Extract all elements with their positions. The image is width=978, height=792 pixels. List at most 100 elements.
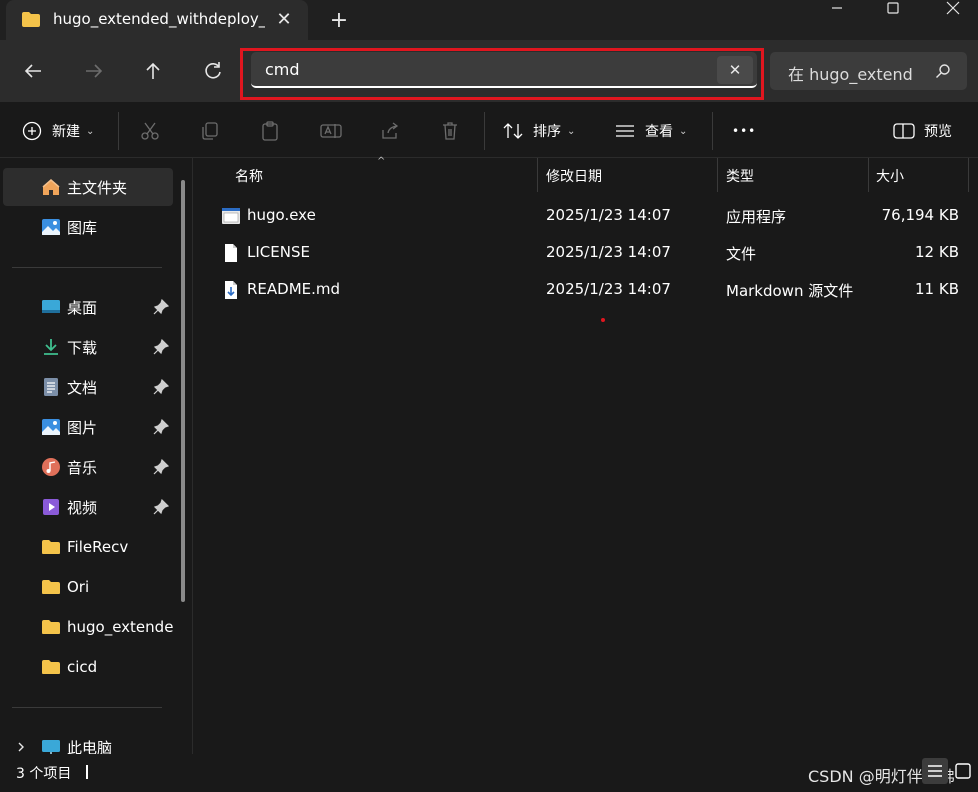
sidebar-item-pictures[interactable]: 图片 bbox=[3, 408, 173, 446]
delete-button[interactable] bbox=[440, 115, 460, 147]
column-divider[interactable] bbox=[717, 158, 718, 192]
more-options-button[interactable]: ••• bbox=[732, 115, 756, 147]
document-icon bbox=[44, 378, 58, 396]
folder-icon bbox=[22, 12, 40, 27]
folder-icon bbox=[42, 660, 60, 674]
new-tab-button[interactable]: + bbox=[324, 6, 354, 36]
sidebar-item-music[interactable]: 音乐 bbox=[3, 448, 173, 486]
file-icon bbox=[225, 244, 237, 262]
arrow-left-icon bbox=[24, 64, 41, 78]
search-icon bbox=[936, 64, 950, 78]
clear-address-button[interactable]: ✕ bbox=[717, 56, 753, 84]
forward-button[interactable] bbox=[78, 55, 110, 87]
details-view-button[interactable] bbox=[922, 758, 948, 784]
file-type: 文件 bbox=[726, 245, 757, 263]
command-bar: 新建 ⌄ 排序 ⌄ 查看 ⌄ ••• 预览 bbox=[0, 102, 978, 158]
exe-icon bbox=[222, 208, 240, 224]
copy-button[interactable] bbox=[200, 115, 220, 147]
sidebar-item-label: 此电脑 bbox=[67, 738, 113, 755]
address-bar[interactable]: cmd ✕ bbox=[251, 52, 757, 88]
preview-pane-icon bbox=[893, 123, 915, 139]
sidebar-item-label: cicd bbox=[67, 658, 98, 676]
file-type: Markdown 源文件 bbox=[726, 282, 854, 300]
paste-button[interactable] bbox=[260, 115, 280, 147]
desktop-icon bbox=[42, 300, 60, 313]
back-button[interactable] bbox=[17, 55, 49, 87]
column-header-size[interactable]: 大小 bbox=[876, 166, 904, 186]
sidebar-item-ori[interactable]: Ori bbox=[3, 568, 173, 606]
share-button[interactable] bbox=[380, 115, 400, 147]
active-tab[interactable]: hugo_extended_withdeploy_0. ✕ bbox=[6, 0, 308, 40]
tiles-view-button[interactable] bbox=[950, 758, 976, 784]
pin-icon bbox=[153, 379, 169, 395]
gallery-icon bbox=[42, 219, 60, 235]
preview-pane-button[interactable]: 预览 bbox=[893, 115, 952, 147]
refresh-button[interactable] bbox=[197, 55, 229, 87]
sidebar-item-home[interactable]: 主文件夹 bbox=[3, 168, 173, 206]
copy-icon bbox=[202, 122, 218, 140]
sidebar-item-label: FileRecv bbox=[67, 538, 129, 556]
view-list-icon bbox=[616, 125, 634, 137]
search-input[interactable]: 在 hugo_extend bbox=[788, 61, 913, 85]
pin-icon bbox=[153, 419, 169, 435]
pin-icon bbox=[153, 339, 169, 355]
file-row[interactable]: README.md 2025/1/23 14:07 Markdown 源文件 1… bbox=[197, 271, 978, 308]
maximize-button[interactable] bbox=[870, 0, 916, 20]
sidebar-item-hugo-extended[interactable]: hugo_extende bbox=[3, 608, 173, 646]
address-input[interactable]: cmd bbox=[265, 60, 300, 79]
sidebar-item-cicd[interactable]: cicd bbox=[3, 648, 173, 686]
sidebar-item-label: 图片 bbox=[67, 418, 98, 437]
pin-icon bbox=[153, 499, 169, 515]
minimize-icon bbox=[832, 7, 842, 9]
download-icon bbox=[44, 339, 58, 355]
tab-title: hugo_extended_withdeploy_0. bbox=[53, 10, 265, 28]
sort-label: 排序 bbox=[533, 124, 561, 140]
new-label: 新建 bbox=[52, 124, 80, 140]
folder-icon bbox=[42, 580, 60, 594]
column-header-type[interactable]: 类型 bbox=[726, 166, 754, 186]
item-count: 3 个项目 bbox=[16, 766, 72, 782]
file-row[interactable]: LICENSE 2025/1/23 14:07 文件 12 KB bbox=[197, 234, 978, 271]
file-row[interactable]: hugo.exe 2025/1/23 14:07 应用程序 76,194 KB bbox=[197, 197, 978, 234]
up-button[interactable] bbox=[137, 55, 169, 87]
sidebar-item-desktop[interactable]: 桌面 bbox=[3, 288, 173, 326]
sidebar-scrollbar[interactable] bbox=[181, 180, 185, 602]
folder-icon bbox=[42, 620, 60, 634]
sort-button[interactable]: 排序 ⌄ bbox=[502, 115, 575, 147]
scissors-icon bbox=[141, 122, 159, 140]
sidebar-item-gallery[interactable]: 图库 bbox=[3, 208, 173, 246]
clipboard-icon bbox=[262, 121, 278, 141]
file-name: hugo.exe bbox=[247, 206, 316, 224]
pin-icon bbox=[153, 459, 169, 475]
view-button[interactable]: 查看 ⌄ bbox=[614, 115, 687, 147]
column-header-modified[interactable]: 修改日期 bbox=[546, 166, 602, 186]
close-window-button[interactable] bbox=[930, 0, 976, 20]
sidebar-item-videos[interactable]: 视频 bbox=[3, 488, 173, 526]
sidebar-item-this-pc[interactable]: 此电脑 bbox=[3, 728, 173, 754]
column-divider[interactable] bbox=[968, 158, 969, 192]
rename-button[interactable] bbox=[320, 115, 342, 147]
refresh-icon bbox=[205, 62, 221, 79]
sidebar-divider bbox=[12, 267, 162, 268]
preview-label: 预览 bbox=[924, 124, 952, 140]
sidebar-item-filerecv[interactable]: FileRecv bbox=[3, 528, 173, 566]
sidebar-divider bbox=[12, 707, 162, 708]
close-tab-button[interactable]: ✕ bbox=[272, 7, 296, 33]
toolbar-divider bbox=[712, 112, 713, 150]
column-divider[interactable] bbox=[537, 158, 538, 192]
new-button[interactable]: 新建 ⌄ bbox=[22, 115, 94, 147]
chevron-right-icon[interactable] bbox=[15, 741, 27, 753]
sidebar-item-label: hugo_extende bbox=[67, 618, 174, 636]
sidebar-item-downloads[interactable]: 下载 bbox=[3, 328, 173, 366]
sidebar-item-documents[interactable]: 文档 bbox=[3, 368, 173, 406]
status-bar: 3 个项目 CSDN @明灯伴古佛 bbox=[0, 754, 978, 792]
cut-button[interactable] bbox=[140, 115, 160, 147]
details-view-icon bbox=[928, 765, 942, 777]
arrow-up-icon bbox=[146, 62, 160, 79]
column-divider[interactable] bbox=[868, 158, 869, 192]
search-box[interactable]: 在 hugo_extend bbox=[770, 52, 967, 90]
minimize-button[interactable] bbox=[814, 0, 860, 20]
rename-icon bbox=[320, 124, 342, 138]
column-header-name[interactable]: 名称 bbox=[235, 166, 263, 186]
file-modified: 2025/1/23 14:07 bbox=[546, 243, 671, 261]
